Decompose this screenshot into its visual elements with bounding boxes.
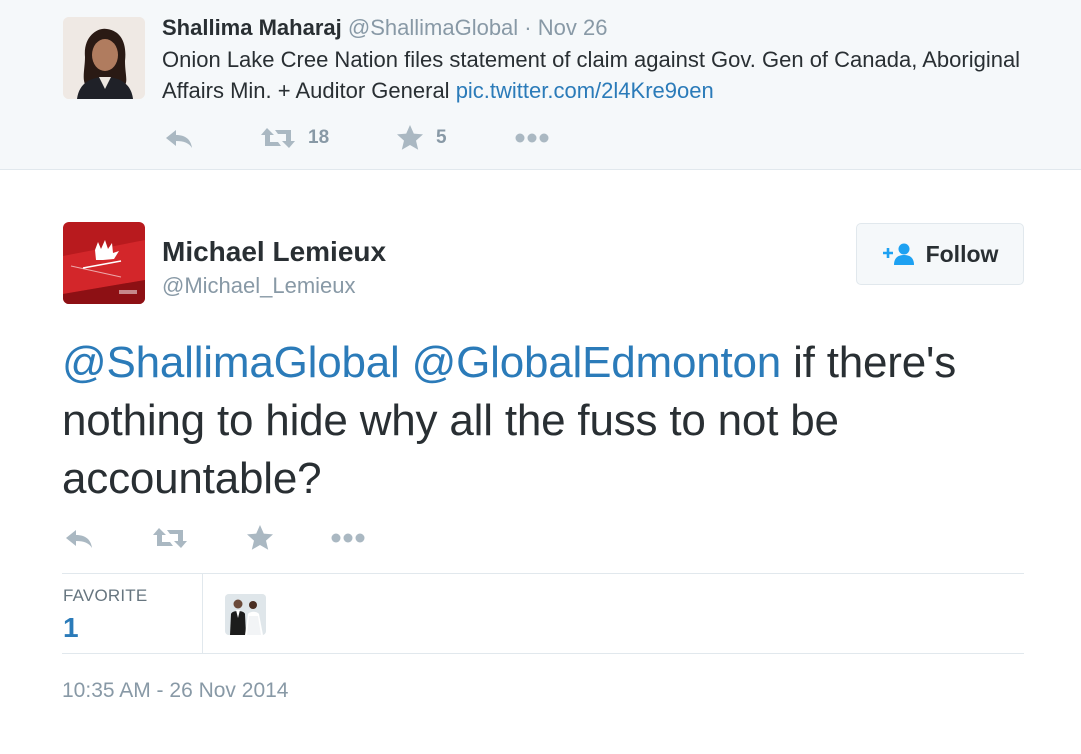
follow-button[interactable]: Follow — [856, 223, 1024, 285]
author-avatar[interactable] — [63, 222, 145, 304]
mention-globaledmonton[interactable]: @GlobalEdmonton — [412, 338, 782, 387]
tweet-stats: FAVORITE 1 — [62, 573, 1024, 654]
parent-tweet-date[interactable]: Nov 26 — [538, 15, 608, 40]
parent-tweet[interactable]: Shallima Maharaj @ShallimaGlobal · Nov 2… — [0, 0, 1081, 170]
star-icon — [397, 125, 423, 150]
parent-author-avatar[interactable] — [63, 17, 145, 99]
parent-author-name[interactable]: Shallima Maharaj — [162, 15, 342, 40]
parent-retweet-count: 18 — [308, 127, 330, 148]
more-icon — [515, 133, 549, 143]
reply-button[interactable] — [64, 528, 94, 550]
parent-more-button[interactable] — [514, 132, 550, 144]
retweet-button[interactable] — [152, 526, 188, 550]
favorite-stat-label: FAVORITE — [63, 586, 148, 605]
favorite-button[interactable] — [246, 524, 274, 551]
parent-reply-button[interactable] — [164, 128, 194, 150]
author-handle[interactable]: @Michael_Lemieux — [162, 272, 356, 300]
reply-icon — [66, 530, 92, 548]
parent-retweet-button[interactable]: 18 — [260, 126, 329, 150]
favorite-stat-count[interactable]: 1 — [63, 612, 79, 644]
header-separator: · — [524, 15, 532, 40]
more-icon — [331, 533, 365, 543]
parent-tweet-text: Onion Lake Cree Nation files statement o… — [162, 44, 1042, 106]
author-name[interactable]: Michael Lemieux — [162, 235, 386, 269]
parent-tweet-actions: 18 5 — [162, 122, 662, 156]
parent-author-handle[interactable]: @ShallimaGlobal — [348, 15, 518, 40]
retweet-icon — [261, 128, 295, 148]
tweet-actions — [62, 520, 462, 556]
parent-tweet-header: Shallima Maharaj @ShallimaGlobal · Nov 2… — [162, 14, 607, 42]
favorite-stat[interactable]: FAVORITE 1 — [62, 574, 203, 653]
star-icon — [247, 525, 273, 550]
favoriter-avatar[interactable] — [225, 594, 266, 635]
retweet-icon — [153, 528, 187, 548]
mention-shallimaglobal[interactable]: @ShallimaGlobal — [62, 338, 400, 387]
parent-tweet-pic-link[interactable]: pic.twitter.com/2l4Kre9oen — [456, 78, 714, 103]
more-button[interactable] — [330, 532, 366, 544]
parent-favorite-button[interactable]: 5 — [396, 124, 447, 151]
reply-icon — [166, 130, 192, 148]
add-user-icon — [882, 243, 914, 265]
parent-favorite-count: 5 — [436, 126, 447, 148]
follow-button-label: Follow — [925, 240, 999, 267]
tweet-timestamp[interactable]: 10:35 AM - 26 Nov 2014 — [62, 679, 288, 703]
tweet-text: @ShallimaGlobal @GlobalEdmonton if there… — [62, 334, 1022, 508]
